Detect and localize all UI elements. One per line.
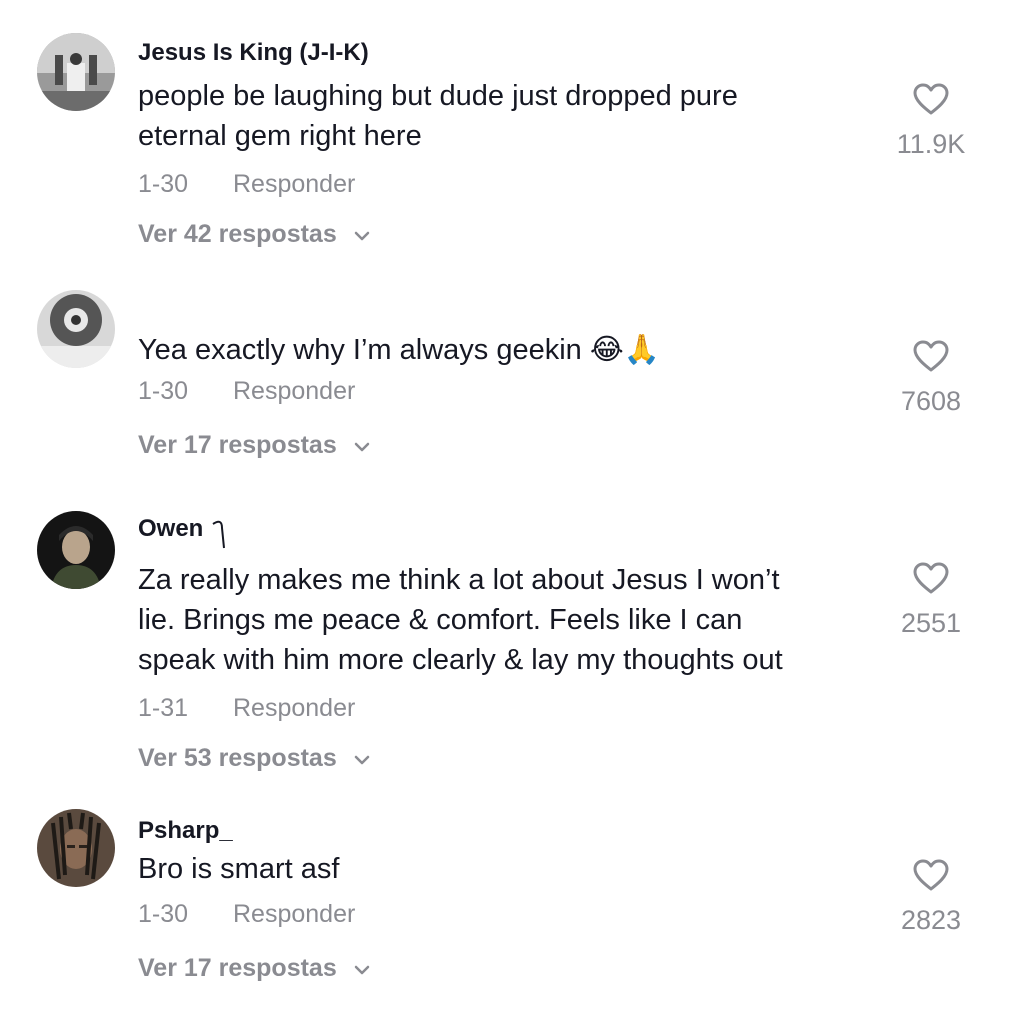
like-button[interactable]: 2551 [886, 561, 976, 640]
chevron-down-icon [354, 218, 370, 248]
avatar-photo-icon [37, 290, 115, 368]
reply-button[interactable]: Responder [233, 170, 355, 198]
reply-button[interactable]: Responder [233, 694, 355, 722]
view-replies-button[interactable]: Ver 42 respostas [138, 219, 868, 249]
chevron-down-icon [354, 429, 370, 459]
like-count: 2551 [900, 608, 962, 638]
view-replies-button[interactable]: Ver 17 respostas [138, 953, 868, 983]
comment-username[interactable]: Psharp_ [138, 816, 868, 846]
avatar-photo-icon [37, 809, 115, 887]
user-avatar[interactable] [37, 511, 115, 589]
heart-icon [886, 858, 976, 897]
heart-icon [886, 561, 976, 600]
comment-text: Yea exactly why I’m always geekin 😂🙏 [138, 334, 660, 366]
like-count: 7608 [900, 386, 962, 416]
like-count: 2823 [900, 905, 962, 935]
comment-username[interactable]: Jesus Is King (J-I-K) [138, 38, 868, 68]
view-replies-button[interactable]: Ver 53 respostas [138, 743, 868, 773]
user-avatar[interactable] [37, 290, 115, 368]
comment-date: 1-30 [138, 170, 189, 198]
like-button[interactable]: 11.9K [886, 82, 976, 161]
view-replies-button[interactable]: Ver 17 respostas [138, 430, 868, 460]
heart-icon [886, 339, 976, 378]
like-button[interactable]: 2823 [886, 858, 976, 937]
comment-date: 1-30 [138, 900, 189, 928]
comment-text: Bro is smart asf [138, 853, 340, 885]
comment-text: people be laughing but dude just dropped… [138, 80, 738, 152]
user-avatar[interactable] [37, 809, 115, 887]
comment-date: 1-30 [138, 377, 189, 405]
avatar-photo-icon [37, 33, 115, 111]
avatar-photo-icon [37, 511, 115, 589]
heart-icon [886, 82, 976, 121]
reply-button[interactable]: Responder [233, 377, 355, 405]
like-count: 11.9K [896, 129, 966, 159]
chevron-down-icon [354, 742, 370, 772]
chevron-down-icon [354, 952, 370, 982]
reply-button[interactable]: Responder [233, 900, 355, 928]
comment-text: Za really makes me think a lot about Jes… [138, 564, 783, 676]
user-avatar[interactable] [37, 33, 115, 111]
curl-mark-icon [210, 514, 228, 558]
like-button[interactable]: 7608 [886, 339, 976, 418]
comment-username[interactable]: Owen [138, 514, 868, 558]
comment-date: 1-31 [138, 694, 189, 722]
